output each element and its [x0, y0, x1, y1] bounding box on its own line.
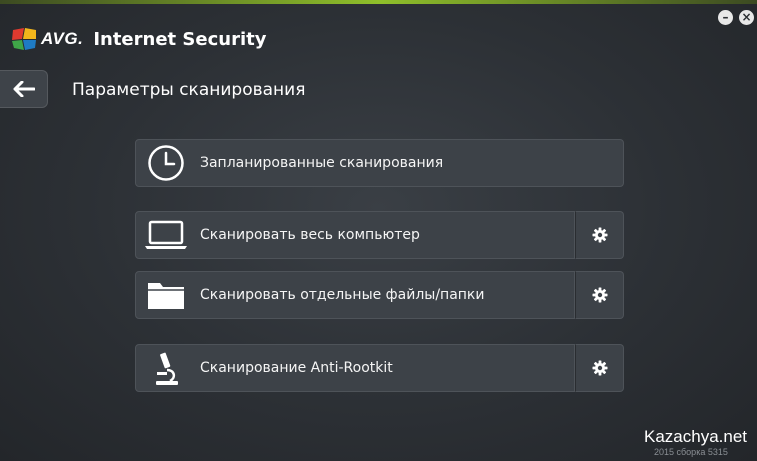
scan-row-scheduled: Запланированные сканирования: [135, 139, 624, 187]
window-top-accent: [0, 0, 757, 4]
folder-icon: [142, 272, 190, 318]
scan-files-settings-button[interactable]: [575, 271, 624, 319]
scheduled-scans-button[interactable]: Запланированные сканирования: [135, 139, 624, 187]
scan-computer-settings-button[interactable]: [575, 211, 624, 259]
scan-label: Сканирование Anti-Rootkit: [200, 360, 393, 376]
arrow-left-icon: [13, 81, 35, 97]
gear-icon: [592, 227, 607, 243]
gear-icon: [592, 287, 607, 303]
scan-files-button[interactable]: Сканировать отдельные файлы/папки: [135, 271, 575, 319]
microscope-icon: [142, 345, 190, 391]
app-header: AVG. Internet Security: [11, 26, 266, 52]
scan-rootkit-settings-button[interactable]: [575, 344, 624, 392]
scan-row-files: Сканировать отдельные файлы/папки: [135, 271, 624, 319]
laptop-icon: [142, 212, 190, 258]
clock-icon: [142, 140, 190, 186]
scan-row-computer: Сканировать весь компьютер: [135, 211, 624, 259]
build-info: 2015 сборка 5315: [654, 447, 728, 457]
scan-label: Запланированные сканирования: [200, 155, 444, 171]
minimize-button[interactable]: –: [718, 10, 733, 25]
app-title: Internet Security: [93, 28, 267, 50]
scan-label: Сканировать отдельные файлы/папки: [200, 287, 485, 303]
page-title: Параметры сканирования: [72, 80, 306, 100]
scan-rootkit-button[interactable]: Сканирование Anti-Rootkit: [135, 344, 575, 392]
logo-text: AVG.: [41, 29, 84, 48]
scan-computer-button[interactable]: Сканировать весь компьютер: [135, 211, 575, 259]
close-button[interactable]: ×: [739, 10, 754, 25]
back-button[interactable]: [0, 70, 48, 108]
scan-label: Сканировать весь компьютер: [200, 227, 420, 243]
gear-icon: [592, 360, 607, 376]
watermark: Kazachya.net: [644, 427, 748, 446]
avg-logo-icon: [11, 26, 38, 52]
scan-row-rootkit: Сканирование Anti-Rootkit: [135, 344, 624, 392]
